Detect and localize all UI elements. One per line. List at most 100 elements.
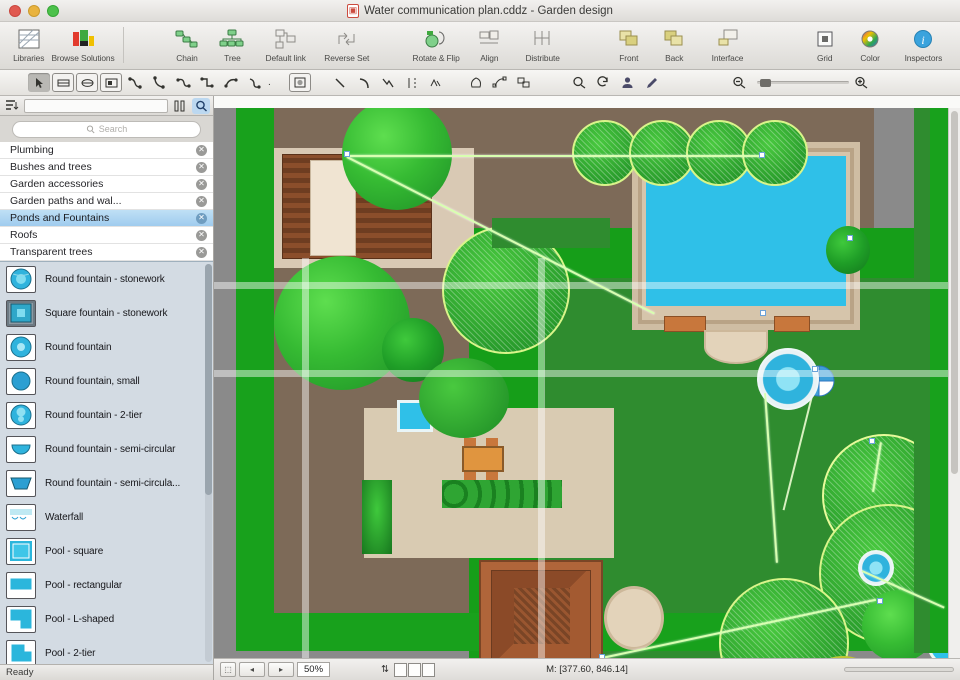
- selection-handle-3[interactable]: [760, 310, 766, 316]
- toolbar-button-rotate-flip[interactable]: Rotate & Flip: [406, 24, 467, 63]
- previous-page-button[interactable]: ◂: [239, 662, 265, 677]
- toolbar-button-interface[interactable]: Interface: [697, 24, 758, 63]
- arc-connector-tool[interactable]: [220, 73, 242, 92]
- rotate-tool[interactable]: [593, 73, 615, 92]
- zoom-button[interactable]: [47, 4, 59, 17]
- list-item[interactable]: Square fountain - stonework: [0, 296, 213, 330]
- page-thumb-2[interactable]: [407, 662, 421, 677]
- toolbar-button-inspectors[interactable]: i Inspectors: [893, 24, 954, 63]
- eyedropper-tool[interactable]: [641, 73, 663, 92]
- zoom-level-display[interactable]: 50%: [297, 662, 331, 677]
- zoom-out-icon[interactable]: [729, 73, 751, 92]
- close-icon[interactable]: ✕: [196, 246, 207, 258]
- arc-tool[interactable]: [353, 73, 375, 92]
- sidebar-path-field[interactable]: [24, 98, 168, 113]
- straight-line-tool[interactable]: [329, 73, 351, 92]
- list-item[interactable]: Round fountain - semi-circula...: [0, 466, 213, 500]
- close-icon[interactable]: ✕: [196, 144, 207, 156]
- toolbar-button-tree[interactable]: Tree: [210, 24, 255, 63]
- multi-connector-tool[interactable]: [244, 73, 266, 92]
- garden-plan-canvas[interactable]: [214, 108, 960, 658]
- selection-handle-2[interactable]: [759, 152, 765, 158]
- page-thumbnails[interactable]: [393, 662, 435, 677]
- ungroup-tool[interactable]: [513, 73, 535, 92]
- category-item-garden-accessories[interactable]: Garden accessories ✕: [0, 176, 213, 193]
- list-item[interactable]: Round fountain - 2-tier: [0, 398, 213, 432]
- toolbar-button-browse-solutions[interactable]: Browse Solutions: [51, 24, 115, 63]
- pointer-tool[interactable]: [28, 73, 50, 92]
- page-stepper[interactable]: ⇅: [381, 664, 389, 675]
- close-icon[interactable]: ✕: [196, 229, 207, 241]
- polyline-tool[interactable]: [377, 73, 399, 92]
- category-item-bushes-and-trees[interactable]: Bushes and trees ✕: [0, 159, 213, 176]
- toolbar-button-back[interactable]: Back: [652, 24, 697, 63]
- window-controls[interactable]: [0, 4, 59, 17]
- search-icon[interactable]: [192, 97, 210, 114]
- close-icon[interactable]: ✕: [196, 195, 207, 207]
- list-item[interactable]: Round fountain - semi-circular: [0, 432, 213, 466]
- category-item-roofs[interactable]: Roofs ✕: [0, 227, 213, 244]
- callout-tool[interactable]: [425, 73, 447, 92]
- textbox-tool[interactable]: [100, 73, 122, 92]
- sidebar-scrollbar[interactable]: [205, 264, 212, 662]
- selection-handle-8[interactable]: [847, 235, 853, 241]
- search-input[interactable]: Search: [12, 120, 201, 138]
- category-item-plumbing[interactable]: Plumbing ✕: [0, 142, 213, 159]
- ellipse-tool[interactable]: [76, 73, 98, 92]
- rectangle-tool[interactable]: [52, 73, 74, 92]
- page-thumb-3[interactable]: [421, 662, 435, 677]
- category-item-transparent-trees[interactable]: Transparent trees ✕: [0, 244, 213, 261]
- drawing-page[interactable]: [214, 108, 960, 658]
- toolbar-button-align[interactable]: Align: [467, 24, 512, 63]
- group-tool[interactable]: [489, 73, 511, 92]
- close-icon[interactable]: ✕: [196, 178, 207, 190]
- next-page-button[interactable]: ▸: [268, 662, 294, 677]
- zoom-in-icon[interactable]: [851, 73, 873, 92]
- category-item-garden-paths-and-walls[interactable]: Garden paths and wal... ✕: [0, 193, 213, 210]
- bottom-scroll-slider[interactable]: [844, 667, 954, 672]
- zoom-slider[interactable]: [756, 79, 849, 87]
- list-item[interactable]: Waterfall: [0, 500, 213, 534]
- curve-connector-tool[interactable]: [148, 73, 170, 92]
- canvas-vertical-scrollbar[interactable]: [948, 108, 960, 658]
- toolbar-button-libraries[interactable]: Libraries: [6, 24, 51, 63]
- toolbar-button-grid[interactable]: Grid: [802, 24, 847, 63]
- minimize-button[interactable]: [28, 4, 40, 17]
- page-thumb-1[interactable]: [393, 662, 407, 677]
- smart-connector-tool[interactable]: [172, 73, 194, 92]
- line-connector-tool[interactable]: [124, 73, 146, 92]
- selection-handle-1[interactable]: [344, 151, 350, 157]
- list-item[interactable]: Round fountain: [0, 330, 213, 364]
- fit-page-button[interactable]: ⬚: [220, 662, 236, 677]
- close-button[interactable]: [9, 4, 21, 17]
- list-item[interactable]: Round fountain - stonework: [0, 262, 213, 296]
- toolbar-button-reverse-set[interactable]: Reverse Set: [316, 24, 377, 63]
- toolbar-button-distribute[interactable]: Distribute: [512, 24, 573, 63]
- hand-tool[interactable]: [617, 73, 639, 92]
- selection-handle-5[interactable]: [877, 598, 883, 604]
- list-item[interactable]: Round fountain, small: [0, 364, 213, 398]
- list-item[interactable]: Pool - rectangular: [0, 568, 213, 602]
- category-item-ponds-and-fountains[interactable]: Ponds and Fountains ✕: [0, 210, 213, 227]
- zoom-slider-knob[interactable]: [759, 79, 771, 87]
- toolbar-button-front[interactable]: Front: [606, 24, 651, 63]
- toolbar-button-chain[interactable]: Chain: [164, 24, 209, 63]
- image-tool[interactable]: [288, 73, 311, 92]
- dimension-tool[interactable]: [401, 73, 423, 92]
- selection-handle-4[interactable]: [599, 654, 605, 658]
- library-toggle-icon[interactable]: [3, 98, 21, 114]
- elbow-connector-tool[interactable]: [196, 73, 218, 92]
- close-icon[interactable]: ✕: [196, 212, 207, 224]
- list-item[interactable]: Pool - L-shaped: [0, 602, 213, 636]
- freeform-tool[interactable]: [465, 73, 487, 92]
- list-item[interactable]: Pool - square: [0, 534, 213, 568]
- water-line-1[interactable]: [347, 155, 762, 157]
- toolbar-button-color[interactable]: Color: [847, 24, 892, 63]
- library-item-list[interactable]: Round fountain - stonework Square founta…: [0, 262, 213, 664]
- zoom-tool[interactable]: [569, 73, 591, 92]
- list-view-icon[interactable]: [171, 98, 189, 114]
- selection-handle-6[interactable]: [869, 438, 875, 444]
- list-item[interactable]: Pool - 2-tier: [0, 636, 213, 664]
- close-icon[interactable]: ✕: [196, 161, 207, 173]
- selection-handle-7[interactable]: [812, 366, 818, 372]
